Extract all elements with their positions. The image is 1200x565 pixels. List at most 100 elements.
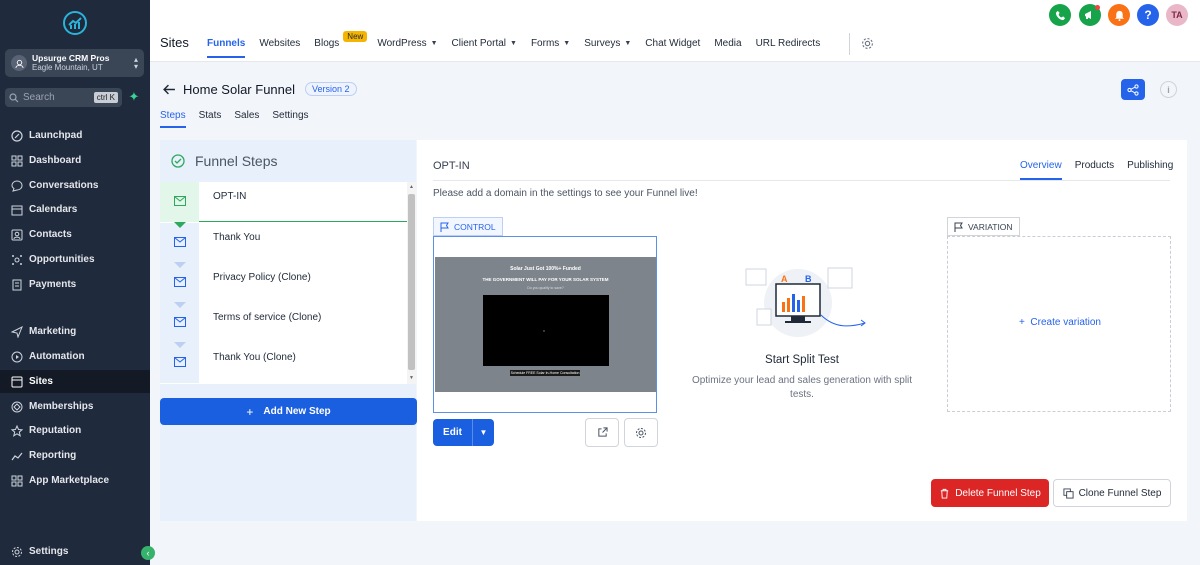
top-nav: Funnels Websites Blogs New WordPress ▼ Cli… [207, 31, 834, 58]
sidebar: Upsurge CRM Pros Eagle Mountain, UT ▴ ▾ S… [0, 0, 155, 565]
tab-media[interactable]: Media [714, 38, 741, 49]
top-bar: Sites Funnels Websites Blogs New WordPres… [150, 0, 1200, 62]
tab-chat-widget[interactable]: Chat Widget [645, 38, 700, 49]
tab-blogs[interactable]: Blogs New [314, 31, 368, 49]
mail-icon [174, 317, 186, 327]
gear-icon[interactable] [861, 37, 874, 50]
share-icon [1127, 83, 1139, 96]
delete-funnel-step-button[interactable]: Delete Funnel Step [931, 479, 1049, 507]
check-circle-icon [171, 154, 185, 168]
bell-icon[interactable] [1108, 4, 1130, 26]
info-icon[interactable]: i [1160, 81, 1177, 98]
tab-publishing[interactable]: Publishing [1127, 160, 1173, 171]
sidebar-item-memberships[interactable]: Memberships [0, 395, 150, 418]
flag-icon [440, 222, 449, 232]
automation-icon [10, 350, 23, 363]
plus-icon: + [1019, 317, 1031, 328]
sidebar-item-reporting[interactable]: Reporting [0, 444, 150, 467]
create-variation-link[interactable]: + Create variation [948, 317, 1172, 328]
step-item-terms-of-service[interactable]: Terms of service (Clone) [160, 302, 407, 343]
tab-forms[interactable]: Forms ▼ [531, 38, 570, 49]
sidebar-item-settings[interactable]: Settings [0, 540, 150, 563]
rocket-icon [10, 129, 23, 142]
tab-sales[interactable]: Sales [234, 110, 259, 121]
split-test-illustration-icon: A B [743, 265, 871, 337]
phone-icon[interactable] [1049, 4, 1071, 26]
scroll-up-icon[interactable]: ▲ [408, 184, 415, 190]
section-title: Sites [160, 35, 189, 50]
tab-settings[interactable]: Settings [272, 110, 308, 121]
trash-icon [941, 488, 949, 499]
page-preview[interactable]: Solar Just Got 100%+ Funded THE GOVERNME… [433, 236, 657, 413]
sidebar-item-payments[interactable]: Payments [0, 273, 150, 296]
preview-subline: THE GOVERNMENT WILL PAY FOR YOUR SOLAR S… [482, 277, 609, 282]
sidebar-item-sites[interactable]: Sites [0, 370, 150, 393]
help-icon[interactable]: ? [1137, 4, 1159, 26]
step-settings-button[interactable] [624, 418, 658, 447]
sidebar-item-automation[interactable]: Automation [0, 345, 150, 368]
tab-steps[interactable]: Steps [160, 110, 186, 128]
account-switcher[interactable]: Upsurge CRM Pros Eagle Mountain, UT ▴ ▾ [5, 49, 144, 77]
edit-button[interactable]: Edit ▼ [433, 419, 494, 446]
edit-label: Edit [433, 419, 473, 446]
step-item-opt-in[interactable]: OPT-IN [160, 182, 407, 222]
ai-sparkle-icon[interactable]: ✦ [127, 90, 141, 104]
delete-label: Delete Funnel Step [955, 487, 1041, 499]
gear-icon [10, 545, 23, 558]
sidebar-item-label: App Marketplace [29, 475, 110, 486]
chevron-down-icon[interactable]: ▼ [473, 419, 494, 446]
account-name: Upsurge CRM Pros [32, 53, 110, 63]
share-button[interactable] [1121, 79, 1145, 100]
tab-overview[interactable]: Overview [1020, 160, 1062, 180]
sidebar-item-opportunities[interactable]: Opportunities [0, 248, 150, 271]
avatar[interactable]: TA [1166, 4, 1188, 26]
tab-websites[interactable]: Websites [259, 38, 300, 49]
sidebar-item-label: Marketing [29, 326, 77, 337]
sidebar-item-reputation[interactable]: Reputation [0, 419, 150, 442]
sidebar-item-dashboard[interactable]: Dashboard [0, 149, 150, 172]
sidebar-item-calendars[interactable]: Calendars [0, 198, 150, 221]
sidebar-item-label: Contacts [29, 229, 72, 240]
sidebar-item-label: Settings [29, 546, 69, 557]
sidebar-item-contacts[interactable]: Contacts [0, 223, 150, 246]
sidebar-item-label: Conversations [29, 180, 99, 191]
clone-label: Clone Funnel Step [1078, 487, 1162, 499]
variation-placeholder: + Create variation [947, 236, 1171, 412]
preview-headline: Solar Just Got 100%+ Funded [510, 266, 581, 272]
tab-products[interactable]: Products [1075, 160, 1114, 171]
open-external-button[interactable] [585, 418, 619, 447]
search-placeholder: Search [23, 92, 55, 103]
tab-stats[interactable]: Stats [199, 110, 222, 121]
tab-surveys[interactable]: Surveys ▼ [584, 38, 631, 49]
step-item-thank-you-clone[interactable]: Thank You (Clone) [160, 342, 407, 383]
collapse-sidebar-button[interactable]: ‹ [141, 546, 155, 560]
memberships-icon [10, 400, 23, 413]
sidebar-item-launchpad[interactable]: Launchpad [0, 124, 150, 147]
sidebar-item-marketing[interactable]: Marketing [0, 320, 150, 343]
control-label: CONTROL [454, 221, 496, 232]
sidebar-item-label: Opportunities [29, 254, 95, 265]
step-title: OPT-IN [433, 160, 470, 172]
scroll-down-icon[interactable]: ▼ [408, 375, 415, 381]
company-logo-icon[interactable] [62, 10, 88, 36]
tab-funnels[interactable]: Funnels [207, 38, 246, 58]
sidebar-item-app-marketplace[interactable]: App Marketplace [0, 469, 150, 492]
tab-wordpress[interactable]: WordPress ▼ [377, 38, 437, 49]
chevron-updown-icon: ▴ ▾ [133, 55, 138, 71]
step-item-privacy-policy[interactable]: Privacy Policy (Clone) [160, 262, 407, 303]
step-item-thank-you[interactable]: Thank You [160, 222, 407, 263]
sidebar-item-conversations[interactable]: Conversations [0, 174, 150, 197]
tab-client-portal[interactable]: Client Portal ▼ [452, 38, 517, 49]
step-connector [174, 302, 186, 308]
search-input[interactable]: Search ctrl K [5, 88, 122, 107]
payments-icon [10, 278, 23, 291]
sidebar-item-label: Dashboard [29, 155, 82, 166]
divider [433, 180, 1170, 181]
announcement-icon[interactable] [1079, 4, 1101, 26]
clone-funnel-step-button[interactable]: Clone Funnel Step [1053, 479, 1171, 507]
control-tag: CONTROL [433, 217, 503, 236]
tab-url-redirects[interactable]: URL Redirects [756, 38, 821, 49]
add-new-step-button[interactable]: + Add New Step [160, 398, 417, 425]
back-arrow-icon[interactable] [163, 83, 176, 96]
scrollbar-thumb[interactable] [408, 194, 415, 370]
